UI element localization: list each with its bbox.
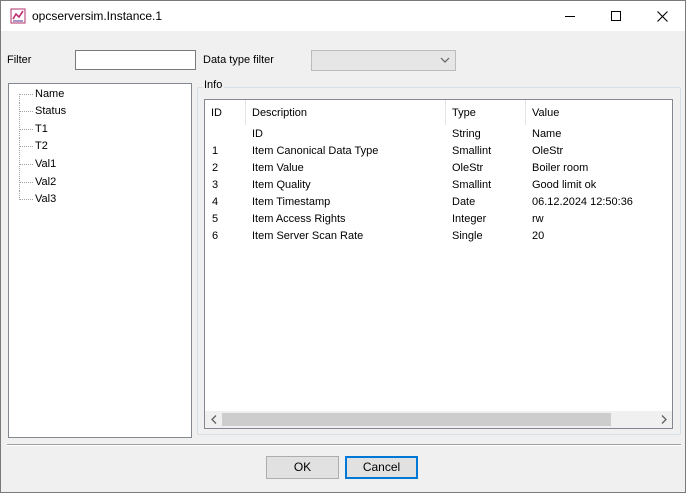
cell-description: Item Value [252, 162, 304, 174]
window-title: opcserversim.Instance.1 [32, 9, 163, 23]
table-row[interactable]: 2 Item Value OleStr Boiler room [205, 160, 672, 177]
cell-value: OleStr [532, 145, 564, 157]
cell-type: OleStr [452, 162, 484, 174]
cell-value: Good limit ok [532, 179, 597, 191]
cell-description: Item Canonical Data Type [252, 145, 379, 157]
scroll-right-button[interactable] [655, 411, 672, 428]
cell-value: 20 [532, 230, 545, 242]
tree-item-label: Val3 [35, 193, 57, 205]
list-header: ID Description Type Value [205, 100, 672, 125]
cell-description: Item Access Rights [252, 213, 346, 225]
filter-input[interactable] [75, 50, 196, 70]
chevron-down-icon [440, 57, 450, 63]
cell-value: rw [532, 213, 544, 225]
tree-item-status[interactable]: Status [9, 103, 189, 120]
table-row[interactable]: ID String Name [205, 126, 672, 143]
cell-value: Boiler room [532, 162, 589, 174]
horizontal-scrollbar[interactable] [205, 411, 672, 428]
tree-item-val1[interactable]: Val1 [9, 156, 189, 173]
cell-description: Item Quality [252, 179, 311, 191]
tree-item-t1[interactable]: T1 [9, 121, 189, 138]
chevron-right-icon [661, 415, 667, 424]
tree-item-t2[interactable]: T2 [9, 138, 189, 155]
data-type-filter-label: Data type filter [203, 54, 274, 66]
maximize-icon [611, 11, 621, 21]
close-icon [656, 10, 668, 22]
tree-item-label: Name [35, 88, 65, 100]
tree-item-label: Val2 [35, 176, 57, 188]
cell-description: ID [252, 128, 263, 140]
tree-item-label: Val1 [35, 158, 57, 170]
column-header-type[interactable]: Type [446, 100, 526, 125]
info-group-label: Info [202, 79, 225, 91]
table-row[interactable]: 3 Item Quality Smallint Good limit ok [205, 177, 672, 194]
table-row[interactable]: 5 Item Access Rights Integer rw [205, 211, 672, 228]
minimize-icon [565, 16, 575, 17]
cell-type: Date [452, 196, 476, 208]
scrollbar-thumb[interactable] [222, 413, 611, 426]
scroll-left-button[interactable] [205, 411, 222, 428]
table-row[interactable]: 6 Item Server Scan Rate Single 20 [205, 228, 672, 245]
tree-item-name[interactable]: Name [9, 86, 189, 103]
cell-id: 6 [212, 230, 219, 242]
tree-item-val2[interactable]: Val2 [9, 174, 189, 191]
tree-item-val3[interactable]: Val3 [9, 191, 189, 208]
column-header-value[interactable]: Value [526, 100, 672, 125]
column-header-description[interactable]: Description [246, 100, 446, 125]
app-icon [10, 8, 26, 24]
separator [7, 444, 681, 446]
cell-description: Item Timestamp [252, 196, 331, 208]
cancel-button[interactable]: Cancel [345, 456, 418, 479]
cell-type: String [452, 128, 481, 140]
maximize-button[interactable] [593, 1, 639, 31]
title-bar[interactable]: opcserversim.Instance.1 [1, 1, 685, 31]
ok-button[interactable]: OK [266, 456, 339, 479]
tree-item-label: T1 [35, 123, 48, 135]
table-row[interactable]: 1 Item Canonical Data Type Smallint OleS… [205, 143, 672, 160]
tree-item-label: Status [35, 105, 67, 117]
cell-id: 1 [212, 145, 219, 157]
tree-item-label: T2 [35, 140, 48, 152]
cell-type: Single [452, 230, 483, 242]
cell-id: 3 [212, 179, 219, 191]
cell-value: Name [532, 128, 562, 140]
cell-id: 2 [212, 162, 219, 174]
dialog-window: opcserversim.Instance.1 Filter Data type… [0, 0, 686, 493]
cell-id: 4 [212, 196, 219, 208]
table-row[interactable]: 4 Item Timestamp Date 06.12.2024 12:50:3… [205, 194, 672, 211]
data-type-filter-select[interactable] [311, 50, 456, 71]
minimize-button[interactable] [547, 1, 593, 31]
cell-type: Smallint [452, 145, 492, 157]
item-tree[interactable]: Name Status T1 T2 Val1 Val2 Val3 [8, 83, 192, 438]
cell-description: Item Server Scan Rate [252, 230, 364, 242]
close-button[interactable] [639, 1, 685, 31]
filter-label: Filter [7, 54, 32, 66]
cell-id: 5 [212, 213, 219, 225]
cell-type: Integer [452, 213, 487, 225]
cell-type: Smallint [452, 179, 492, 191]
info-list-view[interactable]: ID Description Type Value ID String Name… [204, 99, 673, 429]
column-header-id[interactable]: ID [205, 100, 246, 125]
chevron-left-icon [210, 415, 216, 424]
cell-value: 06.12.2024 12:50:36 [532, 196, 633, 208]
